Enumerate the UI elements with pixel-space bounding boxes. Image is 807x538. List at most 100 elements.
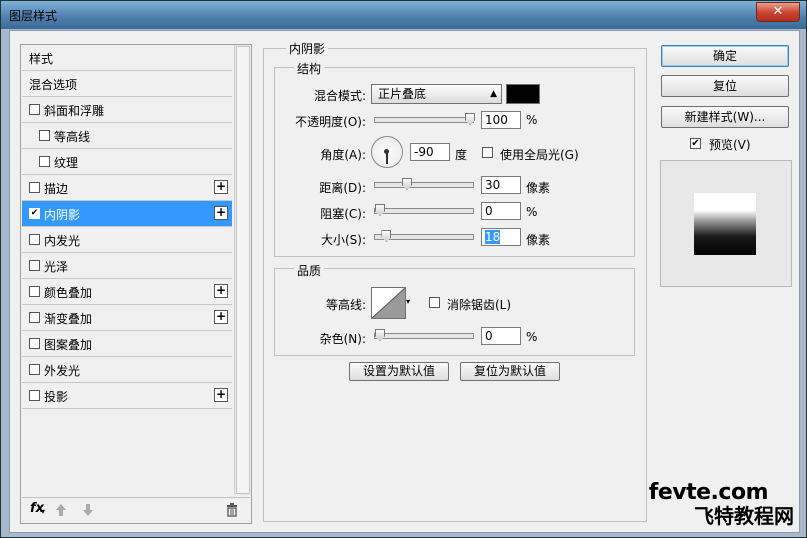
style-item-label: 斜面和浮雕 <box>44 104 105 118</box>
contour-picker[interactable] <box>371 287 406 319</box>
add-effect-plus-icon[interactable]: + <box>214 180 228 194</box>
distance-input[interactable]: 30 <box>481 176 521 194</box>
make-default-button[interactable]: 设置为默认值 <box>349 362 449 381</box>
shadow-color-swatch[interactable] <box>506 84 540 104</box>
anti-alias-checkbox[interactable] <box>429 297 440 308</box>
style-item[interactable]: 光泽 <box>22 253 232 279</box>
style-item[interactable]: 纹理 <box>22 149 232 175</box>
preview-swatch <box>694 193 756 255</box>
angle-unit: 度 <box>455 148 468 162</box>
style-item[interactable]: 外发光 <box>22 357 232 383</box>
global-light-checkbox[interactable] <box>482 147 493 158</box>
style-item-checkbox[interactable] <box>29 234 40 245</box>
blend-mode-select[interactable]: 正片叠底 ▲ <box>371 84 502 104</box>
blend-mode-value: 正片叠底 <box>378 87 427 101</box>
style-item-checkbox[interactable] <box>29 286 40 297</box>
inner-shadow-title: 内阴影 <box>286 40 329 57</box>
style-item-label: 等高线 <box>54 130 91 144</box>
noise-slider[interactable] <box>374 329 474 341</box>
style-item-checkbox[interactable] <box>29 182 40 193</box>
blend-options-label: 混合选项 <box>29 78 78 92</box>
blend-options-item[interactable]: 混合选项 <box>22 71 232 97</box>
add-effect-plus-icon[interactable]: + <box>214 310 228 324</box>
new-style-button[interactable]: 新建样式(W)... <box>661 106 789 128</box>
arrow-up-icon[interactable] <box>55 503 67 517</box>
style-item-checkbox[interactable] <box>29 260 40 271</box>
opacity-input[interactable]: 100 <box>481 111 521 129</box>
opacity-unit: % <box>526 113 538 127</box>
style-item-label: 颜色叠加 <box>44 286 93 300</box>
choke-label: 阻塞(C): <box>320 207 366 221</box>
quality-title: 品质 <box>294 262 325 279</box>
style-item[interactable]: 描边 + <box>22 175 232 201</box>
contour-dropdown-icon[interactable]: ▾ <box>406 297 410 306</box>
choke-input[interactable]: 0 <box>481 202 521 220</box>
contour-label: 等高线: <box>325 298 366 312</box>
reset-default-button[interactable]: 复位为默认值 <box>460 362 560 381</box>
size-label: 大小(S): <box>320 233 366 247</box>
style-item[interactable]: 渐变叠加 + <box>22 305 232 331</box>
style-item-checkbox[interactable] <box>29 390 40 401</box>
style-item-label: 描边 <box>44 182 69 196</box>
layer-style-dialog: 图层样式 ✕ 样式 混合选项 斜面和浮雕 等高线 纹理 描边 + ✔ 内阴影 + 内发光 光泽 颜色… <box>0 0 807 538</box>
size-slider[interactable] <box>374 230 474 242</box>
anti-alias-label[interactable]: 消除锯齿(L) <box>447 296 511 313</box>
style-item-label: 光泽 <box>44 260 69 274</box>
add-effect-plus-icon[interactable]: + <box>214 284 228 298</box>
add-effect-plus-icon[interactable]: + <box>214 206 228 220</box>
opacity-label: 不透明度(O): <box>295 115 366 129</box>
title-bar[interactable]: 图层样式 ✕ <box>1 1 806 29</box>
style-item[interactable]: 颜色叠加 + <box>22 279 232 305</box>
preview-checkbox[interactable]: ✔ <box>690 138 701 149</box>
style-item-label: 投影 <box>44 390 69 404</box>
global-light-label[interactable]: 使用全局光(G) <box>500 146 579 163</box>
style-item-checkbox[interactable]: ✔ <box>29 208 40 219</box>
structure-title: 结构 <box>294 60 325 77</box>
style-item-checkbox[interactable] <box>39 130 50 141</box>
angle-label: 角度(A): <box>320 148 366 162</box>
choke-unit: % <box>526 205 538 219</box>
style-item-label: 内发光 <box>44 234 81 248</box>
ok-button[interactable]: 确定 <box>661 45 789 67</box>
style-item-label: 纹理 <box>54 156 79 170</box>
close-button[interactable]: ✕ <box>756 2 800 22</box>
style-item[interactable]: 斜面和浮雕 <box>22 97 232 123</box>
styles-header[interactable]: 样式 <box>22 45 232 71</box>
opacity-slider[interactable] <box>374 113 475 125</box>
size-unit: 像素 <box>526 233 551 247</box>
style-item-checkbox[interactable] <box>39 156 50 167</box>
style-item-checkbox[interactable] <box>29 364 40 375</box>
updown-arrows-icon: ▲ <box>490 89 497 99</box>
style-item[interactable]: 等高线 <box>22 123 232 149</box>
noise-input[interactable]: 0 <box>481 327 521 345</box>
fx-dropdown-icon: ▾ <box>41 507 46 516</box>
style-item[interactable]: 图案叠加 <box>22 331 232 357</box>
size-input[interactable]: 18 <box>481 228 521 246</box>
angle-input[interactable]: -90 <box>410 143 450 161</box>
styles-scrollbar[interactable] <box>234 45 250 495</box>
choke-slider[interactable] <box>374 204 474 216</box>
reset-button[interactable]: 复位 <box>661 75 789 97</box>
angle-dial[interactable] <box>371 136 403 168</box>
style-item-checkbox[interactable] <box>29 312 40 323</box>
trash-icon[interactable] <box>226 503 238 517</box>
add-effect-plus-icon[interactable]: + <box>214 388 228 402</box>
style-item[interactable]: 内发光 <box>22 227 232 253</box>
preview-label[interactable]: 预览(V) <box>709 136 751 153</box>
arrow-down-icon[interactable] <box>82 503 94 517</box>
style-item-label: 外发光 <box>44 364 81 378</box>
noise-label: 杂色(N): <box>319 332 366 346</box>
style-preview <box>660 160 792 287</box>
linear-contour-icon <box>372 288 405 318</box>
distance-label: 距离(D): <box>319 181 366 195</box>
style-item-checkbox[interactable] <box>29 338 40 349</box>
window-title: 图层样式 <box>9 9 58 23</box>
watermark-site-name: 飞特教程网 <box>694 504 794 528</box>
distance-slider[interactable] <box>374 178 474 190</box>
styles-list-footer: fx ▾ <box>22 497 250 522</box>
distance-unit: 像素 <box>526 181 551 195</box>
styles-scrollbar-thumb[interactable] <box>236 46 250 494</box>
style-item[interactable]: ✔ 内阴影 + <box>22 201 232 227</box>
style-item[interactable]: 投影 + <box>22 383 232 409</box>
style-item-checkbox[interactable] <box>29 104 40 115</box>
